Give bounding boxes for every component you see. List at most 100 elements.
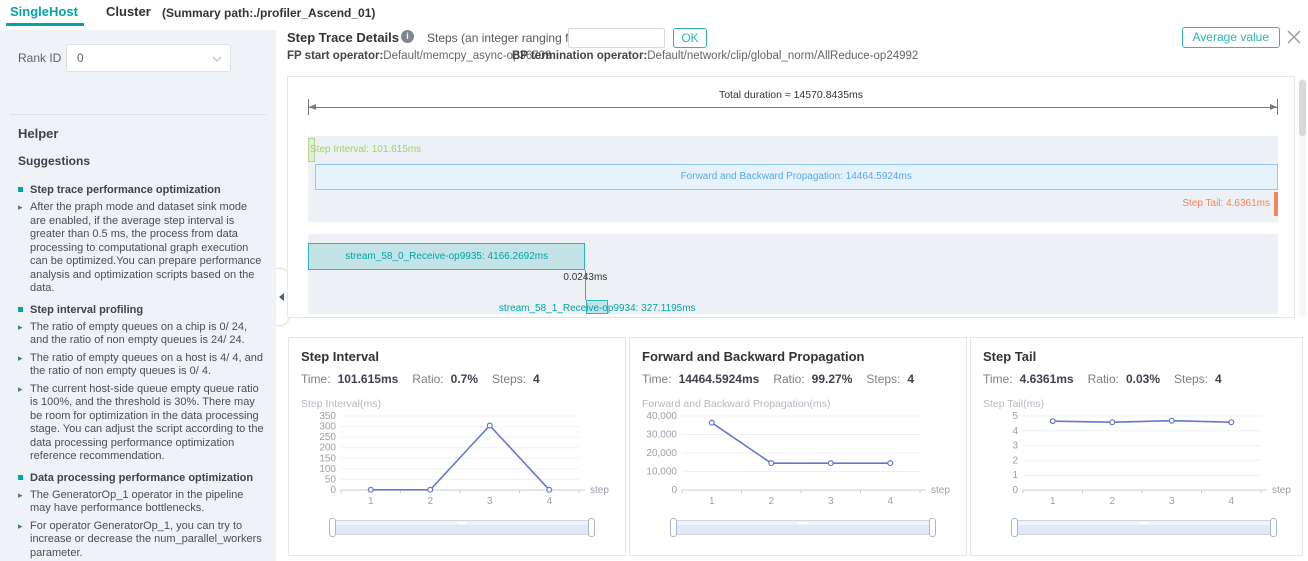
- svg-text:1: 1: [709, 496, 715, 507]
- svg-text:4: 4: [1012, 426, 1018, 437]
- svg-text:2: 2: [1109, 496, 1115, 507]
- square-bullet-icon: [18, 307, 23, 312]
- svg-text:4: 4: [1228, 496, 1234, 507]
- datazoom-left-handle[interactable]: [670, 518, 677, 537]
- collapse-left-arrow-icon: [279, 293, 284, 301]
- step-interval-chart: 0501001502002503003501234step: [301, 410, 613, 519]
- svg-text:step: step: [590, 485, 609, 496]
- suggestion-item: ▸ After the praph mode and dataset sink …: [18, 201, 264, 296]
- step-trace-segments-track: Step Interval: 101.615ms Forward and Bac…: [308, 136, 1278, 222]
- triangle-bullet-icon: ▸: [18, 201, 23, 215]
- svg-text:150: 150: [319, 453, 336, 464]
- datazoom-slider[interactable]: [672, 520, 934, 535]
- step-tail-chart: 0123451234step: [983, 410, 1290, 519]
- suggestions-list: Step trace performance optimization ▸ Af…: [18, 176, 264, 561]
- stream-58-1-receive-bar-label: stream_58_1_Receive-op9934: 327.1195ms: [499, 303, 696, 314]
- step-trace-details-title: Step Trace Details: [287, 30, 399, 45]
- steps-input[interactable]: [568, 28, 665, 48]
- svg-text:0: 0: [330, 485, 336, 496]
- y-axis-title: Forward and Backward Propagation(ms): [642, 398, 954, 410]
- helper-sidebar: Rank ID 0 Helper Suggestions Step trace …: [0, 30, 276, 561]
- svg-text:0: 0: [671, 485, 677, 496]
- tab-singlehost[interactable]: SingleHost: [10, 4, 78, 19]
- forward-backward-propagation-bar[interactable]: Forward and Backward Propagation: 14464.…: [315, 164, 1278, 190]
- step-tail-bar[interactable]: [1274, 192, 1278, 216]
- timeline-scrollbar-thumb[interactable]: [1299, 80, 1306, 136]
- step-trace-timeline-panel: Total duration ≈ 14570.8435ms Step Inter…: [287, 76, 1295, 318]
- card-stats: Time:4.6361msRatio:0.03%Steps:4: [983, 372, 1290, 386]
- suggestion-section-title: Step trace performance optimization: [18, 183, 264, 197]
- average-value-button[interactable]: Average value: [1182, 27, 1281, 48]
- svg-text:step: step: [1272, 485, 1291, 496]
- card-stats: Time:14464.5924msRatio:99.27%Steps:4: [642, 372, 954, 386]
- suggestion-item: ▸ The ratio of empty queues on a chip is…: [18, 321, 264, 348]
- card-title: Step Tail: [983, 349, 1290, 364]
- sidebar-divider: [10, 114, 266, 115]
- stream-receive-track: stream_58_0_Receive-op9935: 4166.2692ms …: [308, 234, 1278, 314]
- svg-text:300: 300: [319, 422, 336, 433]
- suggestion-item: ▸ The ratio of empty queues on a host is…: [18, 352, 264, 379]
- rank-id-row: Rank ID 0: [18, 44, 258, 72]
- step-tail-bar-label: Step Tail: 4.6361ms: [1182, 198, 1270, 209]
- triangle-bullet-icon: ▸: [18, 489, 23, 503]
- datazoom-slider[interactable]: [1013, 520, 1275, 535]
- svg-text:3: 3: [487, 496, 493, 507]
- step-interval-bar-label: Step Interval: 101.615ms: [310, 144, 421, 155]
- svg-text:40,000: 40,000: [646, 411, 677, 422]
- triangle-bullet-icon: ▸: [18, 321, 23, 335]
- timeline-scrollbar[interactable]: [1299, 78, 1306, 317]
- svg-text:50: 50: [325, 474, 337, 485]
- svg-text:200: 200: [319, 443, 336, 454]
- svg-text:350: 350: [319, 411, 336, 422]
- metric-cards-row: Step Interval Time:101.615msRatio:0.7%St…: [288, 337, 1303, 556]
- datazoom-left-handle[interactable]: [329, 518, 336, 537]
- stream-58-0-receive-bar[interactable]: stream_58_0_Receive-op9935: 4166.2692ms: [308, 243, 585, 270]
- step-interval-card: Step Interval Time:101.615msRatio:0.7%St…: [288, 337, 626, 556]
- tab-singlehost-label: SingleHost: [10, 4, 78, 19]
- tab-cluster[interactable]: Cluster: [106, 4, 151, 19]
- svg-text:3: 3: [1169, 496, 1175, 507]
- datazoom-slider[interactable]: [331, 520, 593, 535]
- svg-text:2: 2: [1012, 455, 1018, 466]
- card-title: Step Interval: [301, 349, 613, 364]
- total-duration-arrow: [308, 99, 1278, 117]
- y-axis-title: Step Tail(ms): [983, 398, 1290, 410]
- suggestion-item: ▸ The current host-side queue empty queu…: [18, 383, 264, 464]
- triangle-bullet-icon: ▸: [18, 520, 23, 534]
- rank-id-label: Rank ID: [18, 51, 61, 65]
- tab-cluster-label: Cluster: [106, 4, 151, 19]
- svg-text:step: step: [931, 485, 950, 496]
- fp-start-operator-label: FP start operator:: [287, 50, 383, 62]
- rank-id-value: 0: [77, 51, 84, 65]
- svg-text:2: 2: [768, 496, 774, 507]
- forward-backward-propagation-card: Forward and Backward Propagation Time:14…: [629, 337, 967, 556]
- datazoom-left-handle[interactable]: [1011, 518, 1018, 537]
- chevron-down-icon: [212, 56, 222, 62]
- svg-text:3: 3: [828, 496, 834, 507]
- svg-text:1: 1: [1050, 496, 1056, 507]
- top-tab-bar: SingleHost Cluster (Summary path:./profi…: [0, 0, 1308, 28]
- close-icon[interactable]: [1285, 28, 1303, 46]
- triangle-bullet-icon: ▸: [18, 352, 23, 366]
- svg-text:2: 2: [427, 496, 433, 507]
- datazoom-right-handle[interactable]: [929, 518, 936, 537]
- summary-path: (Summary path:./profiler_Ascend_01): [162, 6, 375, 20]
- y-axis-title: Step Interval(ms): [301, 398, 613, 410]
- card-title: Forward and Backward Propagation: [642, 349, 954, 364]
- svg-text:4: 4: [887, 496, 893, 507]
- card-stats: Time:101.615msRatio:0.7%Steps:4: [301, 372, 613, 386]
- bp-termination-operator-label: BP termination operator:: [512, 50, 647, 62]
- svg-text:4: 4: [546, 496, 552, 507]
- datazoom-right-handle[interactable]: [1270, 518, 1277, 537]
- suggestion-section-title: Step interval profiling: [18, 303, 264, 317]
- info-icon[interactable]: i: [401, 30, 414, 43]
- datazoom-right-handle[interactable]: [588, 518, 595, 537]
- svg-text:0: 0: [1012, 485, 1018, 496]
- svg-text:1: 1: [1012, 470, 1018, 481]
- ok-button[interactable]: OK: [673, 28, 707, 48]
- svg-text:30,000: 30,000: [646, 430, 677, 441]
- step-tail-card: Step Tail Time:4.6361msRatio:0.03%Steps:…: [970, 337, 1303, 556]
- square-bullet-icon: [18, 475, 23, 480]
- rank-id-select[interactable]: 0: [66, 44, 231, 72]
- bp-termination-operator: BP termination operator:Default/network/…: [512, 50, 918, 62]
